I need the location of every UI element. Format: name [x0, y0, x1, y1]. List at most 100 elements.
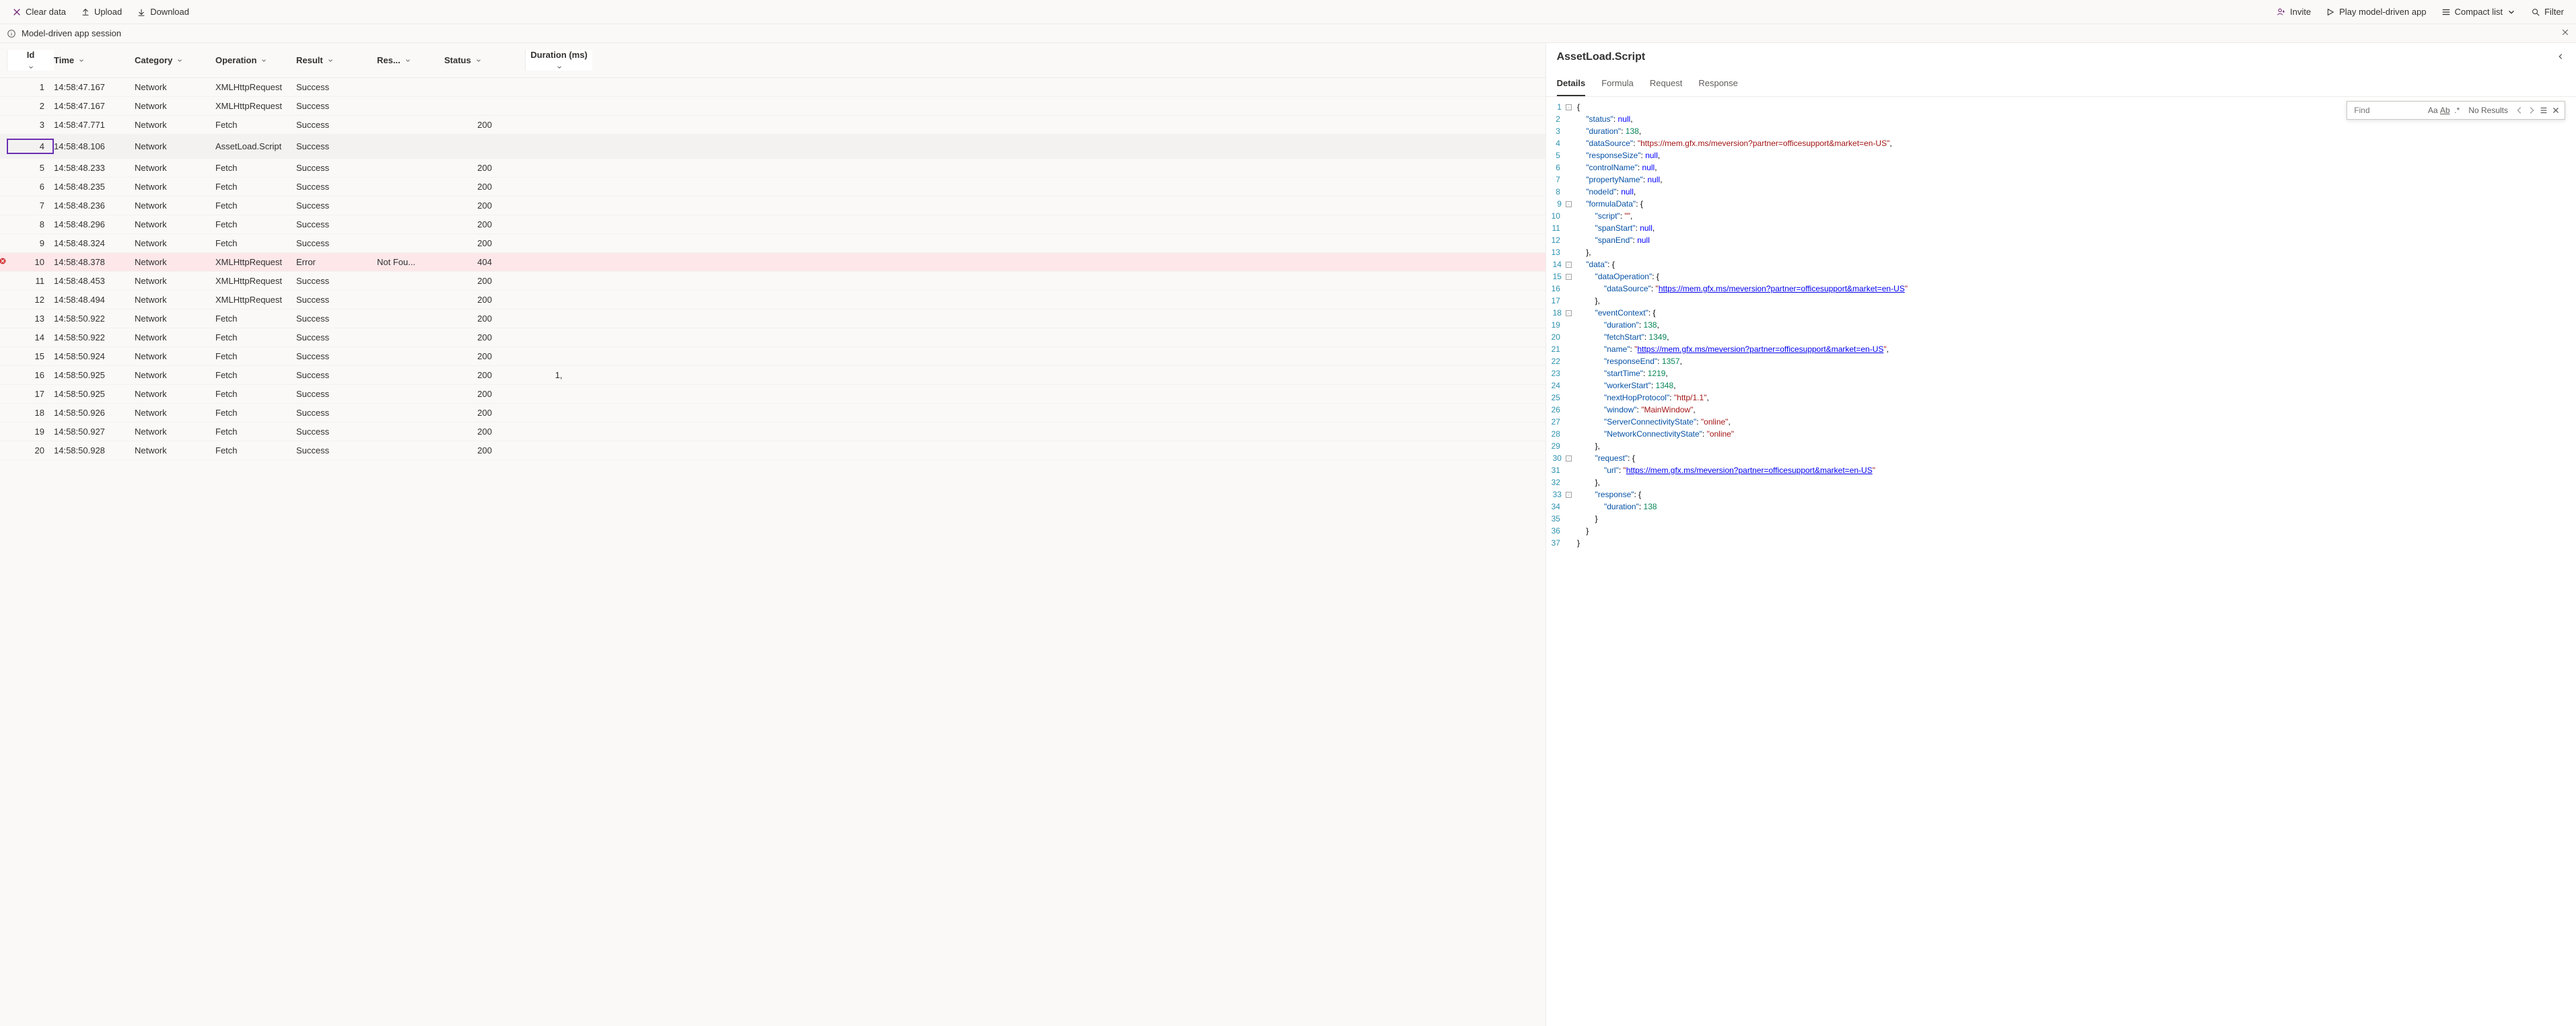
code-line: "startTime": 1219,	[1577, 367, 1908, 379]
table-row[interactable]: 814:58:48.296NetworkFetchSuccess200	[0, 215, 1545, 234]
cell-status: 200	[444, 332, 525, 342]
code-line: "nextHopProtocol": "http/1.1",	[1577, 392, 1908, 404]
code-line: "responseEnd": 1357,	[1577, 355, 1908, 367]
table-row[interactable]: 914:58:48.324NetworkFetchSuccess200	[0, 234, 1545, 253]
regex-icon[interactable]: .*	[2452, 106, 2462, 115]
clear-data-button[interactable]: Clear data	[9, 4, 69, 20]
table-row[interactable]: 114:58:47.167NetworkXMLHttpRequestSucces…	[0, 78, 1545, 97]
line-number: 27	[1552, 416, 1560, 428]
table-row[interactable]: 214:58:47.167NetworkXMLHttpRequestSucces…	[0, 97, 1545, 116]
line-number: 10	[1552, 210, 1560, 222]
line-number: 3	[1556, 125, 1560, 137]
table-row[interactable]: 2014:58:50.928NetworkFetchSuccess200	[0, 441, 1545, 460]
expand-panel-button[interactable]	[2556, 52, 2565, 63]
table-row[interactable]: 1814:58:50.926NetworkFetchSuccess200	[0, 404, 1545, 423]
col-category[interactable]: Category	[135, 55, 215, 65]
code-line: "duration": 138,	[1577, 319, 1908, 331]
line-number: 1	[1557, 101, 1562, 113]
line-number: 36	[1552, 525, 1560, 537]
close-find-icon[interactable]	[2551, 106, 2561, 115]
cell-result: Success	[296, 101, 377, 111]
upload-button[interactable]: Upload	[78, 4, 125, 20]
col-res[interactable]: Res...	[377, 55, 444, 65]
table-row[interactable]: 614:58:48.235NetworkFetchSuccess200	[0, 178, 1545, 196]
col-operation[interactable]: Operation	[215, 55, 296, 65]
cell-time: 14:58:50.925	[54, 389, 135, 399]
code-viewer[interactable]: 1-23456789-1011121314-15-161718-19202122…	[1546, 97, 2576, 553]
session-label: Model-driven app session	[22, 28, 121, 38]
tab-details[interactable]: Details	[1557, 71, 1586, 96]
clear-data-label: Clear data	[26, 7, 66, 17]
cell-category: Network	[135, 332, 215, 342]
col-id[interactable]: Id	[7, 50, 54, 71]
table-row[interactable]: 414:58:48.106NetworkAssetLoad.ScriptSucc…	[0, 135, 1545, 159]
table-row[interactable]: 1514:58:50.924NetworkFetchSuccess200	[0, 347, 1545, 366]
play-app-button[interactable]: Play model-driven app	[2323, 4, 2429, 20]
cell-category: Network	[135, 200, 215, 211]
col-time[interactable]: Time	[54, 55, 135, 65]
table-row[interactable]: 1014:58:48.378NetworkXMLHttpRequestError…	[0, 253, 1545, 272]
prev-match-icon[interactable]	[2515, 106, 2524, 115]
cell-status: 200	[444, 238, 525, 248]
line-number: 20	[1552, 331, 1560, 343]
cell-time: 14:58:50.928	[54, 445, 135, 455]
close-session-button[interactable]	[2561, 28, 2569, 38]
table-header: Id Time Category Operation Result Res...…	[0, 43, 1545, 78]
fold-icon[interactable]: -	[1566, 201, 1572, 207]
table-body[interactable]: 114:58:47.167NetworkXMLHttpRequestSucces…	[0, 78, 1545, 1026]
tab-formula[interactable]: Formula	[1601, 71, 1634, 96]
filter-button[interactable]: Filter	[2528, 4, 2567, 20]
table-row[interactable]: 1114:58:48.453NetworkXMLHttpRequestSucce…	[0, 272, 1545, 291]
col-result[interactable]: Result	[296, 55, 377, 65]
table-row[interactable]: 1714:58:50.925NetworkFetchSuccess200	[0, 385, 1545, 404]
table-row[interactable]: 1314:58:50.922NetworkFetchSuccess200	[0, 309, 1545, 328]
line-number: 21	[1552, 343, 1560, 355]
fold-icon[interactable]: -	[1566, 104, 1572, 110]
col-status[interactable]: Status	[444, 55, 525, 65]
tab-response[interactable]: Response	[1698, 71, 1738, 96]
cell-category: Network	[135, 427, 215, 437]
fold-icon[interactable]: -	[1566, 310, 1572, 316]
cell-time: 14:58:47.167	[54, 101, 135, 111]
table-row[interactable]: 1914:58:50.927NetworkFetchSuccess200	[0, 423, 1545, 441]
code-line: "duration": 138	[1577, 501, 1908, 513]
table-row[interactable]: 1214:58:48.494NetworkXMLHttpRequestSucce…	[0, 291, 1545, 309]
cell-status: 200	[444, 351, 525, 361]
cell-time: 14:58:48.233	[54, 163, 135, 173]
fold-icon[interactable]: -	[1566, 262, 1572, 268]
events-table: Id Time Category Operation Result Res...…	[0, 43, 1545, 1026]
next-match-icon[interactable]	[2527, 106, 2536, 115]
table-row[interactable]: 1614:58:50.925NetworkFetchSuccess2001,	[0, 366, 1545, 385]
col-duration[interactable]: Duration (ms)	[525, 50, 592, 71]
cell-time: 14:58:50.925	[54, 370, 135, 380]
fold-icon[interactable]: -	[1566, 274, 1572, 280]
download-button[interactable]: Download	[134, 4, 192, 20]
tab-request[interactable]: Request	[1650, 71, 1682, 96]
compact-list-button[interactable]: Compact list	[2439, 4, 2519, 20]
invite-button[interactable]: Invite	[2274, 4, 2313, 20]
play-icon	[2326, 7, 2335, 17]
table-row[interactable]: 1414:58:50.922NetworkFetchSuccess200	[0, 328, 1545, 347]
match-case-icon[interactable]: Aa	[2428, 106, 2437, 115]
cell-time: 14:58:47.771	[54, 120, 135, 130]
code-line: "dataSource": "https://mem.gfx.ms/mevers…	[1577, 283, 1908, 295]
cell-time: 14:58:48.296	[54, 219, 135, 229]
code-line: "duration": 138,	[1577, 125, 1908, 137]
find-in-selection-icon[interactable]	[2539, 106, 2548, 115]
details-title: AssetLoad.Script	[1557, 51, 2556, 63]
table-row[interactable]: 314:58:47.771NetworkFetchSuccess200	[0, 116, 1545, 135]
cell-category: Network	[135, 389, 215, 399]
code-line: },	[1577, 476, 1908, 488]
cell-result: Success	[296, 408, 377, 418]
line-number: 26	[1552, 404, 1560, 416]
cell-operation: Fetch	[215, 120, 296, 130]
cell-id: 16	[7, 370, 54, 380]
fold-icon[interactable]: -	[1566, 455, 1572, 462]
fold-icon[interactable]: -	[1566, 492, 1572, 498]
table-row[interactable]: 714:58:48.236NetworkFetchSuccess200	[0, 196, 1545, 215]
find-input[interactable]	[2351, 103, 2425, 118]
line-number: 34	[1552, 501, 1560, 513]
match-whole-word-icon[interactable]: Ab	[2440, 106, 2449, 115]
table-row[interactable]: 514:58:48.233NetworkFetchSuccess200	[0, 159, 1545, 178]
cell-time: 14:58:48.378	[54, 257, 135, 267]
